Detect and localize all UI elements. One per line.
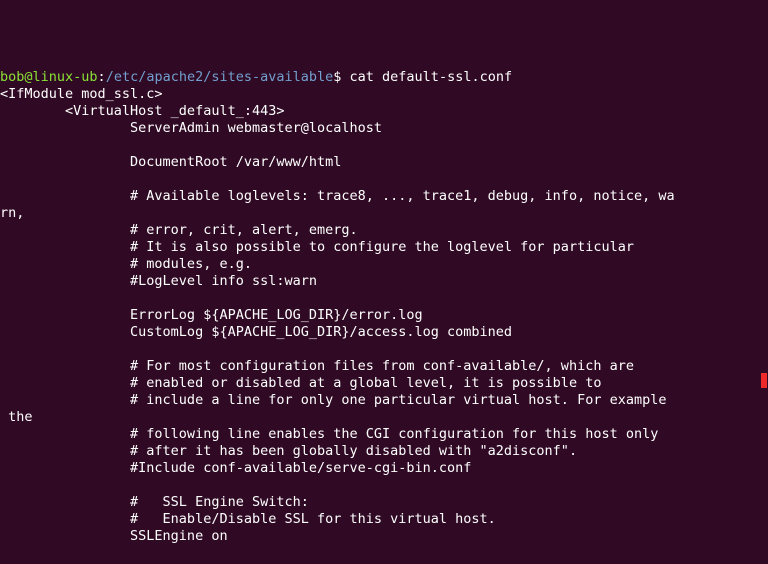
- output-line: # Enable/Disable SSL for this virtual ho…: [0, 511, 496, 527]
- output-line: <IfModule mod_ssl.c>: [0, 86, 163, 102]
- output-line: # SSL Engine Switch:: [0, 494, 309, 510]
- output-line: # enabled or disabled at a global level,…: [0, 375, 601, 391]
- prompt-userhost: bob@linux-ub: [0, 69, 98, 85]
- prompt-path: /etc/apache2/sites-available: [106, 69, 334, 85]
- output-line: # modules, e.g.: [0, 256, 252, 272]
- output-line: CustomLog ${APACHE_LOG_DIR}/access.log c…: [0, 324, 512, 340]
- command-text: cat default-ssl.conf: [341, 69, 512, 85]
- output-line: #LogLevel info ssl:warn: [0, 273, 317, 289]
- output-line: #Include conf-available/serve-cgi-bin.co…: [0, 460, 471, 476]
- output-line: rn,: [0, 205, 24, 221]
- output-line: ServerAdmin webmaster@localhost: [0, 120, 382, 136]
- scrollbar-thumb[interactable]: [761, 373, 767, 388]
- output-line: # following line enables the CGI configu…: [0, 426, 658, 442]
- terminal-output[interactable]: bob@linux-ub:/etc/apache2/sites-availabl…: [0, 69, 768, 564]
- output-line: ErrorLog ${APACHE_LOG_DIR}/error.log: [0, 307, 423, 323]
- output-line: DocumentRoot /var/www/html: [0, 154, 341, 170]
- output-line: SSLEngine on: [0, 528, 228, 544]
- output-line: # error, crit, alert, emerg.: [0, 222, 358, 238]
- output-line: # It is also possible to configure the l…: [0, 239, 634, 255]
- output-line: # include a line for only one particular…: [0, 392, 666, 408]
- output-line: # Available loglevels: trace8, ..., trac…: [0, 188, 675, 204]
- output-line: <VirtualHost _default_:443>: [0, 103, 284, 119]
- prompt-colon: :: [98, 69, 106, 85]
- output-line: # after it has been globally disabled wi…: [0, 443, 577, 459]
- output-line: # For most configuration files from conf…: [0, 358, 634, 374]
- output-line: the: [0, 409, 33, 425]
